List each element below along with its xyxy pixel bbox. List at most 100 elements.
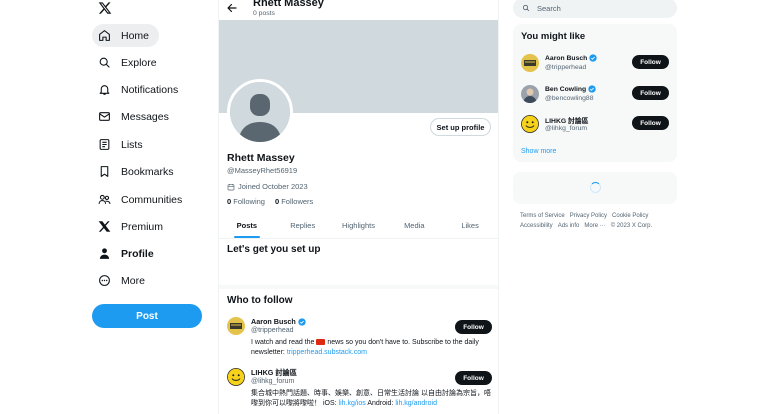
nav-label: Notifications [121,83,179,96]
account-name: Aaron Busch [251,317,306,326]
header-name: Rhett Massey [253,0,324,9]
set-up-profile-button[interactable]: Set up profile [430,118,491,136]
nav-lists[interactable]: Lists [92,133,153,156]
calendar-icon [227,183,235,190]
avatar[interactable] [521,54,539,72]
envelope-icon [98,110,111,123]
nav-label: Bookmarks [121,165,174,178]
follow-stats: 0 Following 0 Followers [227,197,313,206]
suggestion-item[interactable]: LIHKG 討論區 @lihkg_forum Follow [521,115,671,135]
nav-profile[interactable]: Profile [92,242,164,265]
default-avatar-icon [230,82,290,142]
nav-notifications[interactable]: Notifications [92,78,188,101]
footer-link-more[interactable]: More ··· [584,223,605,229]
suggestion-item[interactable]: Ben Cowling @bencowling88 Follow [521,85,671,105]
footer-link-cookie[interactable]: Cookie Policy [612,213,648,219]
account-handle: @bencowling88 [545,95,594,102]
account-handle: @lihkg_forum [545,125,588,132]
left-nav: Home Explore Notifications Messages List… [88,0,216,414]
loading-panel [513,172,677,204]
footer-link-accessibility[interactable]: Accessibility [520,223,553,229]
list-icon [98,138,111,151]
avatar[interactable] [227,368,245,386]
joined-text: Joined October 2023 [238,182,308,191]
nav-more[interactable]: More [92,269,155,292]
account-bio: 集合城中熱門話題、時事、娛樂、創意、日常生活討論 以自由討論為宗旨，唔嚟到你可以… [251,390,491,407]
right-sidebar: Search You might like Aaron Busch @tripp… [513,0,678,414]
nav-premium[interactable]: Premium [92,215,173,238]
nav-label: Communities [121,193,183,206]
nav-messages[interactable]: Messages [92,105,179,128]
search-placeholder: Search [537,3,561,13]
who-to-follow-title: Who to follow [227,295,293,306]
header-posts-count: 0 posts [253,10,275,17]
account-handle: @lihkg_forum [251,378,295,385]
suggestion-item[interactable]: Aaron Busch @tripperhead Follow [521,54,671,74]
back-arrow-icon[interactable] [226,1,238,13]
follow-button[interactable]: Follow [455,320,492,334]
bio-link[interactable]: lih.kg/ios [339,400,366,407]
profile-handle: @MasseyRhet56919 [227,166,298,175]
tab-replies[interactable]: Replies [275,212,331,238]
profile-column: Rhett Massey 0 posts Set up profile Rhet… [218,0,499,414]
account-name: LIHKG 討論區 [545,118,589,125]
footer-links: Terms of Service Privacy Policy Cookie Pol… [520,211,675,231]
verified-badge-icon [298,317,306,326]
follow-button[interactable]: Follow [455,371,492,385]
search-input[interactable]: Search [513,0,677,18]
follow-button[interactable]: Follow [632,116,669,130]
profile-avatar[interactable] [227,79,293,145]
nav-label: Explore [121,56,157,69]
section-divider [219,285,498,289]
post-button[interactable]: Post [92,304,202,328]
footer-link-privacy[interactable]: Privacy Policy [570,213,607,219]
tab-posts[interactable]: Posts [219,212,275,238]
followers-link[interactable]: 0 Followers [275,197,313,206]
home-icon [98,29,111,42]
follow-button[interactable]: Follow [632,86,669,100]
verified-badge-icon [589,54,597,62]
profile-tabs: Posts Replies Highlights Media Likes [219,212,498,239]
nav-explore[interactable]: Explore [92,51,167,74]
tab-likes[interactable]: Likes [442,212,498,238]
verified-badge-icon [588,85,596,93]
search-icon [98,56,111,69]
nav-communities[interactable]: Communities [92,188,192,211]
x-logo-icon[interactable] [98,1,112,15]
avatar[interactable] [227,317,245,335]
account-bio: I watch and read the news so you don't h… [251,339,479,356]
nav-label: Premium [121,220,164,233]
you-might-like-title: You might like [521,31,586,42]
x-icon [98,220,111,233]
account-handle: @tripperhead [545,64,587,71]
who-to-follow-item[interactable]: Aaron Busch @tripperhead Follow I watch … [227,317,492,362]
bookmark-icon [98,165,111,178]
account-handle: @tripperhead [251,327,294,334]
footer-copyright: © 2023 X Corp. [610,223,653,229]
footer-link-terms[interactable]: Terms of Service [520,213,565,219]
nav-label: Messages [121,110,169,123]
loading-spinner-icon [590,182,601,193]
tab-highlights[interactable]: Highlights [331,212,387,238]
avatar[interactable] [521,85,539,103]
footer-link-ads-info[interactable]: Ads info [558,223,580,229]
nav-label: Home [121,29,150,42]
bio-link[interactable]: tripperhead.substack.com [287,349,367,356]
show-more-link[interactable]: Show more [521,148,556,155]
follow-button[interactable]: Follow [632,55,669,69]
search-icon [522,4,530,12]
setup-title: Let's get you set up [227,244,321,255]
account-name: LIHKG 討論區 [251,368,297,377]
bio-link[interactable]: lih.kg/android [395,400,437,407]
account-name: Ben Cowling [545,85,596,93]
nav-label: More [121,274,145,287]
avatar[interactable] [521,115,539,133]
following-link[interactable]: 0 Following [227,197,265,206]
tab-media[interactable]: Media [386,212,442,238]
you-might-like-panel: You might like Aaron Busch @tripperhead … [513,24,677,162]
who-to-follow-item[interactable]: LIHKG 討論區 @lihkg_forum Follow 集合城中熱門話題、時… [227,368,492,414]
more-circle-icon [98,274,111,287]
nav-bookmarks[interactable]: Bookmarks [92,160,184,183]
nav-home[interactable]: Home [92,24,160,47]
profile-name: Rhett Massey [227,152,295,164]
